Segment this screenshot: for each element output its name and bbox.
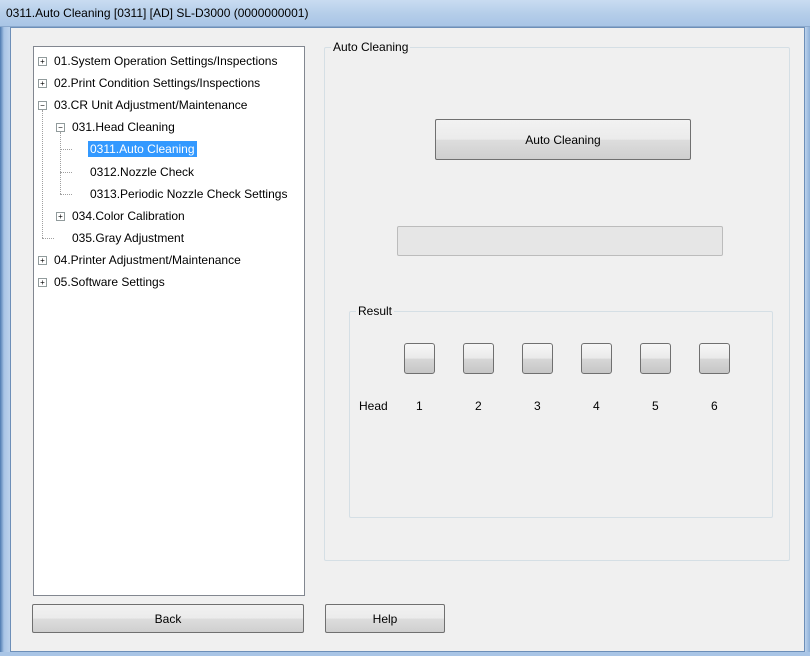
tree-item[interactable]: 04.Printer Adjustment/Maintenance: [52, 251, 243, 269]
head-number-label: 6: [711, 399, 718, 413]
tree-item-label: 01.System Operation Settings/Inspections: [54, 54, 278, 68]
tree-item[interactable]: 01.System Operation Settings/Inspections: [52, 52, 279, 70]
tree-item[interactable]: 031.Head Cleaning: [70, 118, 177, 136]
tree-item[interactable]: 02.Print Condition Settings/Inspections: [52, 74, 262, 92]
head-status-indicator: [699, 343, 730, 374]
head-status-indicator: [581, 343, 612, 374]
tree-connector-line: [60, 132, 61, 194]
back-button[interactable]: Back: [32, 604, 304, 633]
tree-item[interactable]: 034.Color Calibration: [70, 207, 187, 225]
tree-connector-line: [60, 171, 72, 173]
tree-connector-line: [42, 237, 54, 239]
tree-connector-line: [60, 193, 72, 195]
tree-item-label: 0311.Auto Cleaning: [88, 141, 197, 158]
head-status-indicator: [404, 343, 435, 374]
tree-item-label: 031.Head Cleaning: [72, 120, 175, 135]
collapse-minus-icon[interactable]: −: [38, 101, 47, 111]
tree-item[interactable]: 03.CR Unit Adjustment/Maintenance: [52, 96, 249, 114]
title-bar: 0311.Auto Cleaning [0311] [AD] SL-D3000 …: [0, 0, 810, 27]
collapse-minus-icon[interactable]: −: [56, 123, 65, 133]
head-status-indicator: [522, 343, 553, 374]
head-number-label: 5: [652, 399, 659, 413]
expand-plus-icon[interactable]: +: [56, 211, 65, 221]
expand-plus-icon[interactable]: +: [38, 79, 47, 89]
head-number-label: 3: [534, 399, 541, 413]
help-button[interactable]: Help: [325, 604, 445, 633]
head-number-label: 4: [593, 399, 600, 413]
tree-item[interactable]: 05.Software Settings: [52, 273, 167, 291]
tree-item[interactable]: 0313.Periodic Nozzle Check Settings: [88, 185, 289, 203]
head-number-label: 1: [416, 399, 423, 413]
expand-plus-icon[interactable]: +: [38, 278, 47, 287]
auto-cleaning-group: Auto Cleaning Auto Cleaning Result Head …: [324, 40, 790, 561]
tree-connector-line: [60, 149, 72, 151]
tree-item-label: 034.Color Calibration: [72, 208, 185, 223]
tree-item[interactable]: 0311.Auto Cleaning: [88, 140, 197, 158]
expand-plus-icon[interactable]: +: [38, 255, 47, 265]
window-frame-right: [805, 27, 810, 656]
tree-item[interactable]: 0312.Nozzle Check: [88, 163, 196, 181]
tree-item-label: 0312.Nozzle Check: [90, 164, 195, 179]
window-title: 0311.Auto Cleaning [0311] [AD] SL-D3000 …: [6, 6, 309, 20]
head-label: Head: [359, 399, 388, 413]
tree-item-label: 03.CR Unit Adjustment/Maintenance: [54, 98, 248, 113]
tree-item-label: 05.Software Settings: [54, 275, 165, 289]
navigation-tree[interactable]: 01.System Operation Settings/Inspections…: [33, 46, 305, 596]
auto-cleaning-group-label: Auto Cleaning: [331, 40, 411, 54]
result-group-label: Result: [356, 304, 395, 318]
window-client-area: 01.System Operation Settings/Inspections…: [10, 27, 805, 652]
tree-item-label: 04.Printer Adjustment/Maintenance: [54, 252, 241, 267]
tree-item-label: 035.Gray Adjustment: [72, 230, 185, 245]
window-frame-left: [0, 27, 10, 656]
cleaning-progress-bar: [397, 226, 723, 256]
tree-item-label: 0313.Periodic Nozzle Check Settings: [90, 186, 288, 201]
tree-item-label: 02.Print Condition Settings/Inspections: [54, 76, 261, 91]
head-status-indicator: [640, 343, 671, 374]
tree-connector-line: [42, 110, 43, 238]
result-group: Result Head 1 2 3 4 5 6: [349, 304, 773, 518]
auto-cleaning-button[interactable]: Auto Cleaning: [435, 119, 691, 160]
expand-plus-icon[interactable]: +: [38, 57, 47, 66]
window-frame-bottom: [0, 652, 810, 656]
head-status-indicator: [463, 343, 494, 374]
head-number-label: 2: [475, 399, 482, 413]
tree-item[interactable]: 035.Gray Adjustment: [70, 229, 186, 247]
